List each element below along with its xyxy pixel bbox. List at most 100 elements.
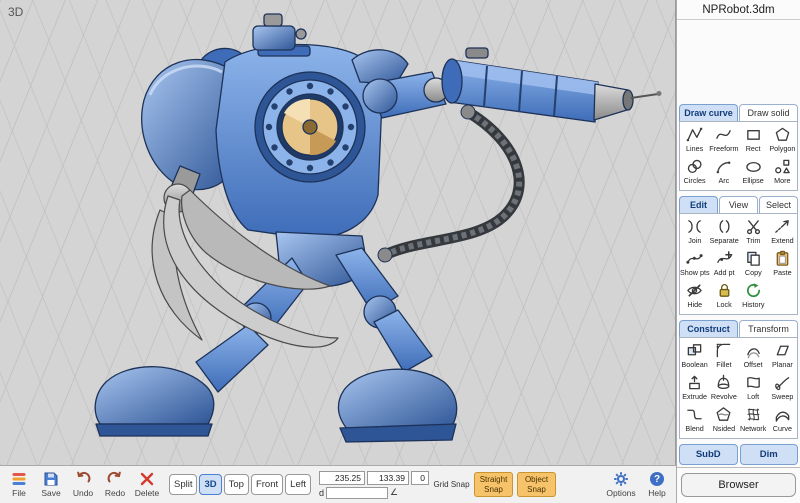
tool-history[interactable]: History bbox=[739, 280, 768, 312]
toolbar-right-group: Options ? Help bbox=[607, 471, 671, 498]
view-3d-button[interactable]: 3D bbox=[199, 474, 221, 495]
lines-icon bbox=[686, 126, 703, 143]
sidebar-spacer bbox=[677, 20, 800, 104]
file-button[interactable]: File bbox=[5, 471, 33, 498]
dim-button[interactable]: Dim bbox=[740, 444, 799, 465]
object-snap-toggle[interactable]: Object Snap bbox=[517, 472, 556, 496]
circles-icon bbox=[686, 158, 703, 175]
ellipse-icon bbox=[745, 158, 762, 175]
tab-select[interactable]: Select bbox=[759, 196, 798, 213]
browser-button[interactable]: Browser bbox=[681, 473, 796, 497]
view-left-button[interactable]: Left bbox=[285, 474, 311, 495]
panel-edit: Edit View Select Join Separate Trim bbox=[679, 196, 798, 315]
coord-x-field[interactable]: 235.25 bbox=[319, 471, 365, 485]
tool-label: Loft bbox=[747, 392, 759, 401]
tool-copy[interactable]: Copy bbox=[739, 248, 768, 280]
redo-button[interactable]: Redo bbox=[101, 471, 129, 498]
tool-arc[interactable]: Arc bbox=[709, 156, 738, 188]
undo-button[interactable]: Undo bbox=[69, 471, 97, 498]
straight-snap-toggle[interactable]: Straight Snap bbox=[474, 472, 513, 496]
document-title: NPRobot.3dm bbox=[677, 0, 800, 20]
curve-surface-icon bbox=[774, 406, 791, 423]
options-button[interactable]: Options bbox=[607, 471, 635, 498]
robot-model[interactable] bbox=[0, 0, 676, 465]
tool-sweep[interactable]: Sweep bbox=[768, 372, 797, 404]
tool-join[interactable]: Join bbox=[680, 216, 710, 248]
tool-fillet[interactable]: Fillet bbox=[709, 340, 738, 372]
copy-icon bbox=[745, 250, 762, 267]
tool-polygon[interactable]: Polygon bbox=[768, 124, 797, 156]
view-front-button[interactable]: Front bbox=[251, 474, 283, 495]
subd-dim-group: SubD Dim bbox=[679, 444, 798, 465]
extend-icon bbox=[774, 218, 791, 235]
coord-z-field[interactable]: 0 bbox=[411, 471, 429, 485]
tool-label: Circles bbox=[684, 176, 706, 185]
gear-icon bbox=[613, 471, 629, 487]
save-button[interactable]: Save bbox=[37, 471, 65, 498]
tool-show-pts[interactable]: Show pts bbox=[680, 248, 710, 280]
viewport-3d[interactable]: 3D bbox=[0, 0, 676, 465]
tool-extrude[interactable]: Extrude bbox=[680, 372, 709, 404]
options-label: Options bbox=[606, 488, 635, 498]
tool-circles[interactable]: Circles bbox=[680, 156, 709, 188]
view-split-button[interactable]: Split bbox=[169, 474, 197, 495]
tool-label: Join bbox=[688, 236, 701, 245]
tool-lines[interactable]: Lines bbox=[680, 124, 709, 156]
revolve-icon bbox=[715, 374, 732, 391]
tool-blend[interactable]: Blend bbox=[680, 404, 709, 436]
subd-button[interactable]: SubD bbox=[679, 444, 738, 465]
coord-y-field[interactable]: 133.39 bbox=[367, 471, 409, 485]
app-window: 3D File Save Undo Redo bbox=[0, 0, 800, 503]
tab-draw-solid[interactable]: Draw solid bbox=[739, 104, 798, 121]
tool-label: Trim bbox=[746, 236, 760, 245]
sweep-icon bbox=[774, 374, 791, 391]
tool-curve-surface[interactable]: Curve bbox=[768, 404, 797, 436]
tool-nsided[interactable]: Nsided bbox=[709, 404, 738, 436]
grid-snap-toggle[interactable]: Grid Snap bbox=[433, 480, 470, 489]
tab-transform[interactable]: Transform bbox=[739, 320, 798, 337]
delete-button[interactable]: Delete bbox=[133, 471, 161, 498]
tool-label: Paste bbox=[773, 268, 791, 277]
tab-view[interactable]: View bbox=[719, 196, 758, 213]
tool-label: Network bbox=[740, 424, 766, 433]
tab-draw-curve[interactable]: Draw curve bbox=[679, 104, 738, 121]
tool-lock[interactable]: Lock bbox=[710, 280, 739, 312]
undo-label: Undo bbox=[73, 488, 93, 498]
help-button[interactable]: ? Help bbox=[643, 471, 671, 498]
tool-revolve[interactable]: Revolve bbox=[709, 372, 738, 404]
lock-icon bbox=[716, 282, 733, 299]
tool-network[interactable]: Network bbox=[739, 404, 768, 436]
tool-label: Ellipse bbox=[743, 176, 764, 185]
tool-label: Offset bbox=[744, 360, 763, 369]
panel-construct: Construct Transform Boolean Fillet Offse… bbox=[679, 320, 798, 439]
tool-separate[interactable]: Separate bbox=[710, 216, 739, 248]
tool-trim[interactable]: Trim bbox=[739, 216, 768, 248]
tool-rect[interactable]: Rect bbox=[739, 124, 768, 156]
tool-freeform[interactable]: Freeform bbox=[709, 124, 738, 156]
tool-more[interactable]: More bbox=[768, 156, 797, 188]
tool-ellipse[interactable]: Ellipse bbox=[739, 156, 768, 188]
tool-loft[interactable]: Loft bbox=[739, 372, 768, 404]
tool-label: Boolean bbox=[681, 360, 707, 369]
tool-paste[interactable]: Paste bbox=[768, 248, 797, 280]
save-label: Save bbox=[41, 488, 60, 498]
tool-label: Arc bbox=[718, 176, 729, 185]
tool-extend[interactable]: Extend bbox=[768, 216, 797, 248]
join-icon bbox=[686, 218, 703, 235]
distance-input[interactable] bbox=[326, 487, 388, 499]
view-top-button[interactable]: Top bbox=[224, 474, 249, 495]
tool-boolean[interactable]: Boolean bbox=[680, 340, 709, 372]
tool-planar[interactable]: Planar bbox=[768, 340, 797, 372]
tool-label: Copy bbox=[745, 268, 762, 277]
tab-construct[interactable]: Construct bbox=[679, 320, 738, 337]
tool-label: History bbox=[742, 300, 764, 309]
tab-edit[interactable]: Edit bbox=[679, 196, 718, 213]
tool-hide[interactable]: Hide bbox=[680, 280, 710, 312]
scissors-icon bbox=[745, 218, 762, 235]
tool-add-pt[interactable]: Add pt bbox=[710, 248, 739, 280]
bottom-toolbar: File Save Undo Redo Delete bbox=[0, 465, 676, 503]
tool-offset[interactable]: Offset bbox=[739, 340, 768, 372]
extrude-icon bbox=[686, 374, 703, 391]
delete-label: Delete bbox=[135, 488, 160, 498]
tool-label: Extend bbox=[771, 236, 793, 245]
